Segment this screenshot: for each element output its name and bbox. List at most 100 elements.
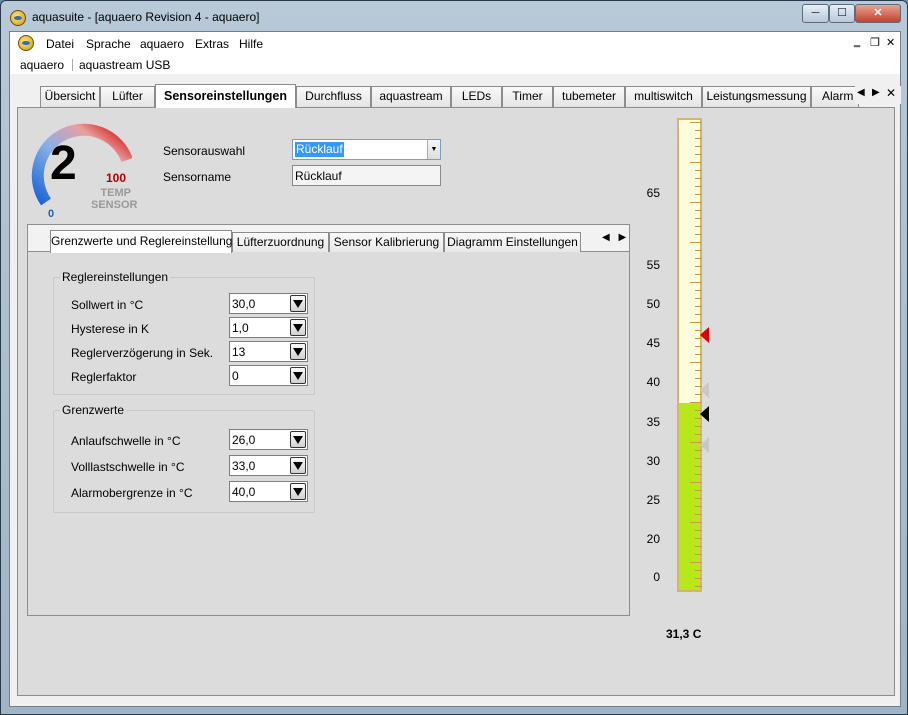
dropdown-arrow-icon[interactable] <box>290 367 306 384</box>
subtab-scroll-right-icon[interactable]: ▶ <box>618 232 626 243</box>
sensor-select-dropdown[interactable]: Rücklauf ▼ <box>292 139 441 160</box>
gauge-max-label: 100 <box>106 171 127 185</box>
volllastschwelle-stepper[interactable]: 33,0 <box>229 455 308 476</box>
device-separator <box>72 59 73 71</box>
menu-extras[interactable]: Extras <box>195 37 229 51</box>
subtab-diagramm-einstellungen[interactable]: Diagramm Einstellungen <box>444 232 581 252</box>
scale-tick <box>690 562 702 563</box>
threshold-marker-1[interactable] <box>700 381 709 398</box>
scale-tick <box>695 434 702 435</box>
mdi-close-icon[interactable]: ✕ <box>886 36 895 49</box>
tab-durchfluss[interactable]: Durchfluss <box>296 86 371 107</box>
threshold-marker-3[interactable] <box>700 436 709 453</box>
menu-sprache[interactable]: Sprache <box>86 37 131 51</box>
subtab-scroll-left-icon[interactable]: ◀ <box>602 232 610 243</box>
tab-luefter[interactable]: Lüfter <box>100 86 155 107</box>
subtab-sensor-kalibrierung[interactable]: Sensor Kalibrierung <box>329 232 444 252</box>
sollwert-stepper[interactable]: 30,0 <box>229 293 308 314</box>
scale-tick <box>695 306 702 307</box>
scale-tick <box>695 546 702 547</box>
tab-timer[interactable]: Timer <box>502 86 553 107</box>
scale-tick <box>695 554 702 555</box>
anlaufschwelle-label: Anlaufschwelle in °C <box>71 434 181 448</box>
close-button[interactable]: ✕ <box>855 4 901 23</box>
scale-tick <box>695 506 702 507</box>
scale-tick <box>695 586 702 587</box>
app-window: aquasuite - [aquaero Revision 4 - aquaer… <box>0 0 908 715</box>
tab-leistungsmessung[interactable]: Leistungsmessung <box>702 86 811 107</box>
temp-sensor-gauge: 2 100 0 TEMP SENSOR <box>28 116 138 220</box>
gauge-caption: TEMP SENSOR <box>91 187 138 211</box>
settings-subpanel: Grenzwerte und Reglereinstellung Lüfterz… <box>27 224 630 616</box>
dropdown-arrow-icon[interactable] <box>290 483 306 500</box>
dropdown-arrow-icon[interactable] <box>290 319 306 336</box>
scale-tick <box>695 354 702 355</box>
tab-scroll-left-icon[interactable]: ◀ <box>857 87 865 98</box>
scale-tick <box>695 498 702 499</box>
gauge-caption-sensor: SENSOR <box>91 199 138 211</box>
tab-sensoreinstellungen[interactable]: Sensoreinstellungen <box>155 84 296 108</box>
tab-scroll-controls: ◀ ▶ ✕ <box>855 86 901 104</box>
main-tab-strip: Übersicht Lüfter Sensoreinstellungen Dur… <box>10 74 901 108</box>
alarmobergrenze-value: 40,0 <box>232 485 256 499</box>
hysterese-stepper[interactable]: 1,0 <box>229 317 308 338</box>
tab-scroll-right-icon[interactable]: ▶ <box>872 87 880 98</box>
sensor-select-label: Sensorauswahl <box>163 144 246 158</box>
scale-tick <box>695 170 702 171</box>
mdi-restore-icon[interactable]: ❐ <box>870 36 880 49</box>
reglerfaktor-stepper[interactable]: 0 <box>229 365 308 386</box>
scale-tick <box>690 522 702 523</box>
scale-tick <box>690 322 702 323</box>
chevron-down-icon[interactable]: ▼ <box>427 140 440 159</box>
tab-multiswitch[interactable]: multiswitch <box>625 86 702 107</box>
client-area: Datei Sprache aquaero Extras Hilfe ‗ ❐ ✕… <box>9 31 901 707</box>
scale-tick <box>695 530 702 531</box>
dropdown-arrow-icon[interactable] <box>290 295 306 312</box>
menu-aquaero[interactable]: aquaero <box>140 37 184 51</box>
title-bar[interactable]: aquasuite - [aquaero Revision 4 - aquaer… <box>1 1 907 33</box>
regler-group: Reglereinstellungen Sollwert in °C 30,0 … <box>53 270 315 395</box>
menu-hilfe[interactable]: Hilfe <box>239 37 263 51</box>
threshold-marker-2[interactable] <box>700 405 709 422</box>
alarmobergrenze-stepper[interactable]: 40,0 <box>229 481 308 502</box>
mdi-minimize-icon[interactable]: ‗ <box>854 36 860 48</box>
reglerverzoegerung-stepper[interactable]: 13 <box>229 341 308 362</box>
subtab-grenzwerte[interactable]: Grenzwerte und Reglereinstellung <box>50 230 232 253</box>
scale-tick <box>695 234 702 235</box>
aquasuite-logo-icon[interactable] <box>18 35 34 51</box>
minimize-button[interactable]: ─ <box>802 4 829 23</box>
scale-tick <box>690 242 702 243</box>
hysterese-value: 1,0 <box>232 321 249 335</box>
scale-tick <box>695 458 702 459</box>
tab-close-icon[interactable]: ✕ <box>886 86 896 100</box>
tab-uebersicht[interactable]: Übersicht <box>40 86 100 107</box>
scale-tick <box>695 290 702 291</box>
threshold-marker-0[interactable] <box>700 327 709 343</box>
menu-datei[interactable]: Datei <box>46 37 74 51</box>
scale-tick <box>690 362 702 363</box>
dropdown-arrow-icon[interactable] <box>290 343 306 360</box>
scale-tick <box>695 130 702 131</box>
tab-tubemeter[interactable]: tubemeter <box>553 86 625 107</box>
scale-tick <box>695 210 702 211</box>
anlaufschwelle-stepper[interactable]: 26,0 <box>229 429 308 450</box>
subtab-strip: Grenzwerte und Reglereinstellung Lüfterz… <box>28 225 629 253</box>
device-aquaero[interactable]: aquaero <box>20 58 64 72</box>
tab-aquastream[interactable]: aquastream <box>371 86 451 107</box>
maximize-button[interactable]: ☐ <box>829 4 855 23</box>
scale-tick <box>695 218 702 219</box>
dropdown-arrow-icon[interactable] <box>290 431 306 448</box>
scale-label-30: 30 <box>646 454 660 468</box>
gauge-caption-temp: TEMP <box>100 187 131 199</box>
device-aquastream-usb[interactable]: aquastream USB <box>79 58 170 72</box>
menu-bar: Datei Sprache aquaero Extras Hilfe ‗ ❐ ✕ <box>10 32 900 54</box>
scale-label-20: 20 <box>646 532 660 546</box>
gauge-min-label: 0 <box>48 208 55 220</box>
scale-tick <box>690 202 702 203</box>
tab-alarm[interactable]: Alarm & <box>811 86 859 107</box>
sensor-name-field[interactable]: Rücklauf <box>292 165 441 186</box>
subtab-luefterzuordnung[interactable]: Lüfterzuordnung <box>232 232 329 252</box>
dropdown-arrow-icon[interactable] <box>290 457 306 474</box>
volllastschwelle-value: 33,0 <box>232 459 256 473</box>
tab-leds[interactable]: LEDs <box>451 86 502 107</box>
